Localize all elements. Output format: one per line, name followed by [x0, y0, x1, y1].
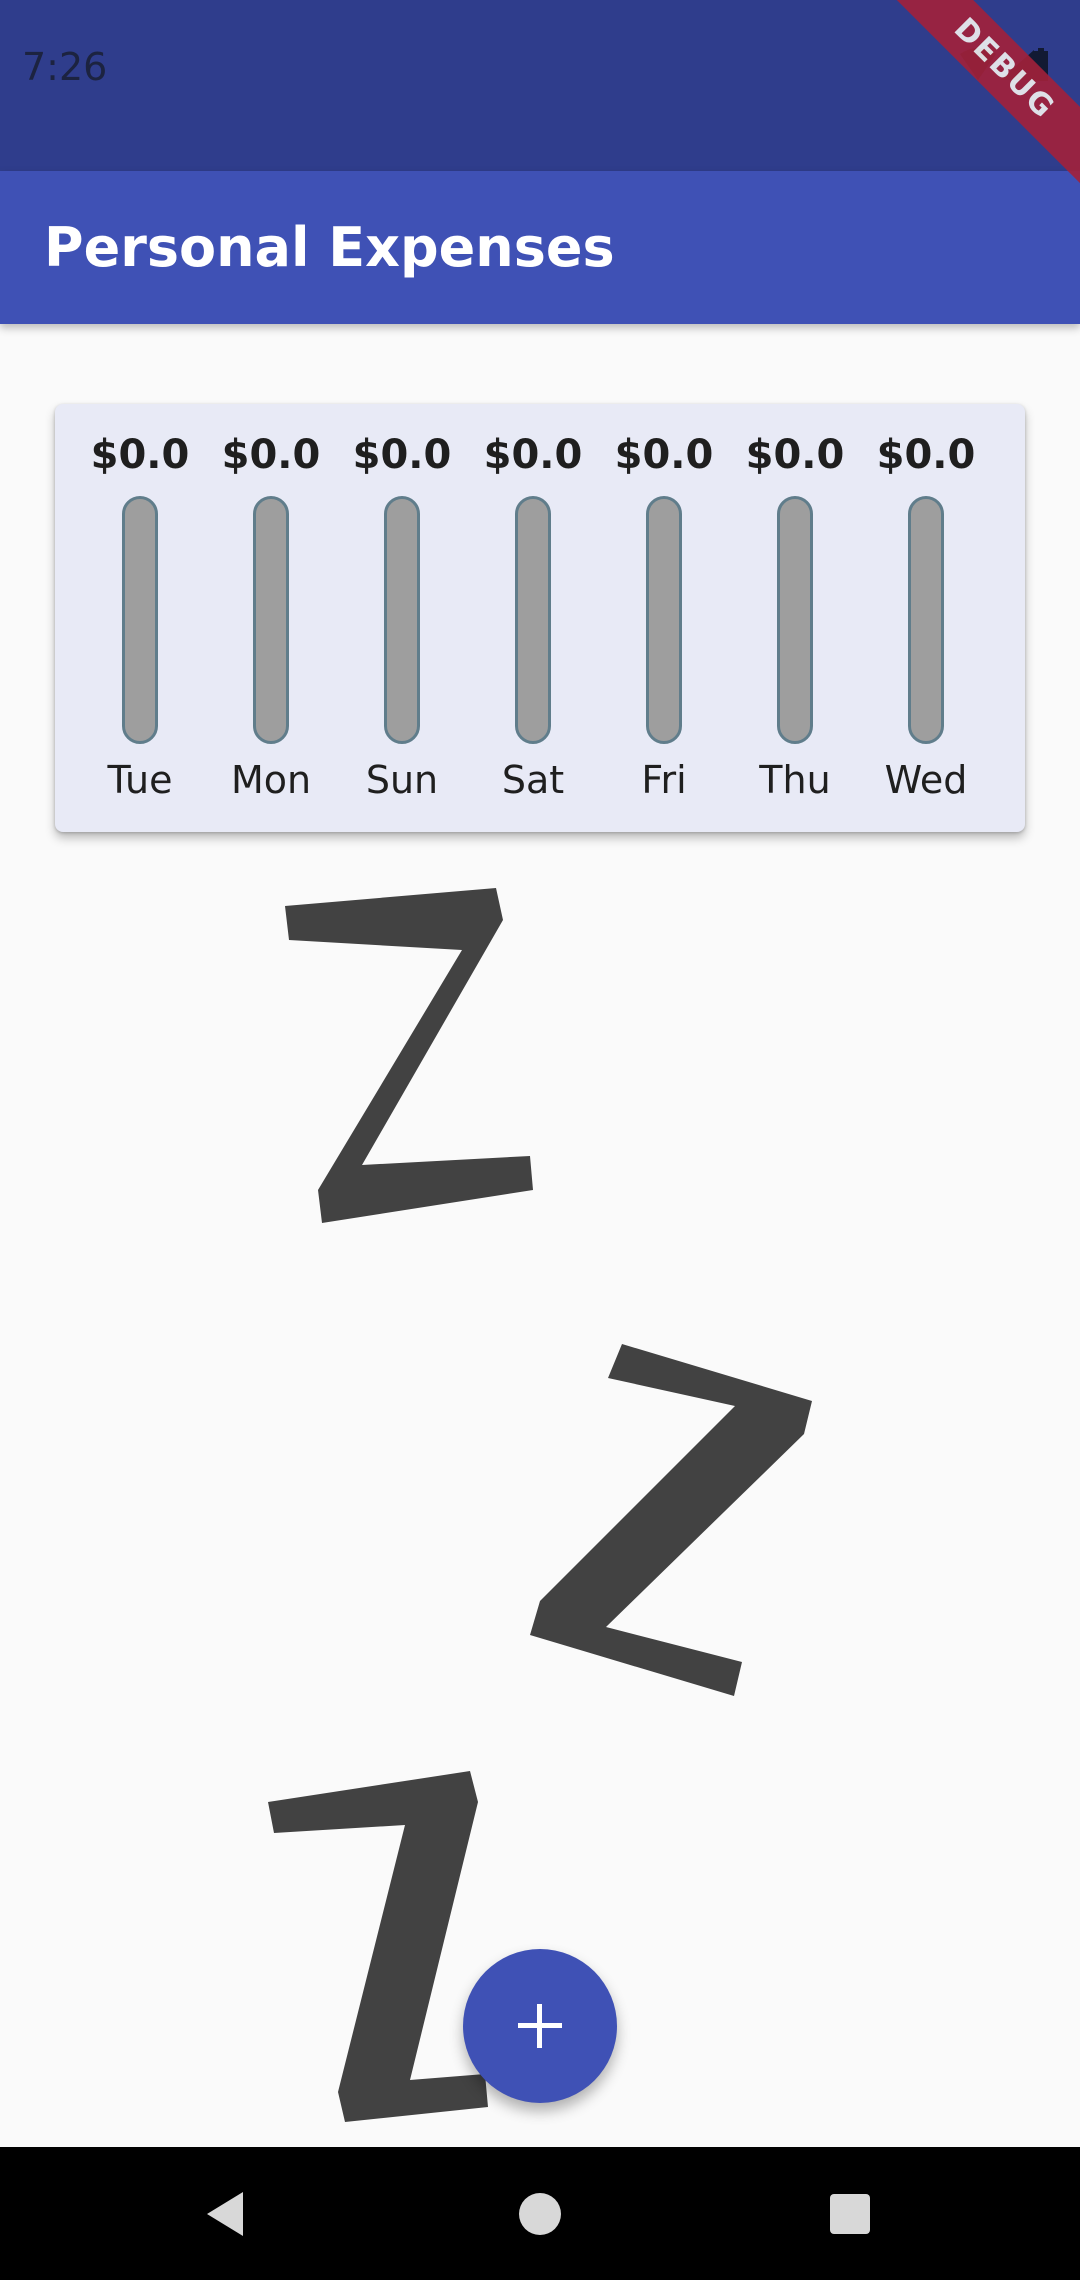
recents-icon [830, 2193, 870, 2234]
chart-bar-thu: $0.0 Thu [730, 404, 860, 832]
bar-track [908, 496, 944, 744]
bar-track [122, 496, 158, 744]
bar-day-label: Mon [230, 758, 312, 802]
bar-amount: $0.0 [876, 432, 976, 478]
chart-bar-sun: $0.0 Sun [337, 404, 467, 832]
bar-amount: $0.0 [745, 432, 845, 478]
chart-bar-sat: $0.0 Sat [468, 404, 598, 832]
bar-track [646, 496, 682, 744]
chart-bar-mon: $0.0 Mon [206, 404, 336, 832]
status-time: 7:26 [22, 45, 108, 89]
bar-day-label: Wed [884, 758, 968, 802]
bar-amount: $0.0 [221, 432, 321, 478]
app-title: Personal Expenses [44, 216, 615, 279]
bar-track [384, 496, 420, 744]
bar-day-label: Sun [365, 758, 439, 802]
chart-bar-tue: $0.0 Tue [75, 404, 205, 832]
add-expense-button[interactable] [463, 1949, 617, 2103]
screen: 7:26 Personal Expenses DEBUG $0.0 Tue $0… [0, 0, 1080, 2280]
home-icon [519, 2192, 561, 2235]
bar-amount: $0.0 [90, 432, 190, 478]
chart-bar-wed: $0.0 Wed [861, 404, 991, 832]
bar-day-label: Thu [759, 758, 831, 802]
back-icon [207, 2191, 243, 2236]
home-button[interactable] [460, 2147, 620, 2280]
chart-bar-fri: $0.0 Fri [599, 404, 729, 832]
plus-icon [518, 2004, 562, 2048]
weekly-chart-card: $0.0 Tue $0.0 Mon $0.0 Sun $0.0 Sat $0.0… [55, 404, 1025, 832]
bar-day-label: Fri [641, 758, 687, 802]
bar-track [777, 496, 813, 744]
bar-day-label: Tue [107, 758, 173, 802]
bar-track [515, 496, 551, 744]
bar-amount: $0.0 [614, 432, 714, 478]
navigation-bar [0, 2147, 1080, 2280]
app-bar: Personal Expenses [0, 171, 1080, 324]
bar-amount: $0.0 [483, 432, 583, 478]
status-bar: 7:26 [0, 0, 1080, 171]
back-button[interactable] [145, 2147, 305, 2280]
bar-day-label: Sat [501, 758, 565, 802]
recents-button[interactable] [770, 2147, 930, 2280]
bar-track [253, 496, 289, 744]
bar-amount: $0.0 [352, 432, 452, 478]
